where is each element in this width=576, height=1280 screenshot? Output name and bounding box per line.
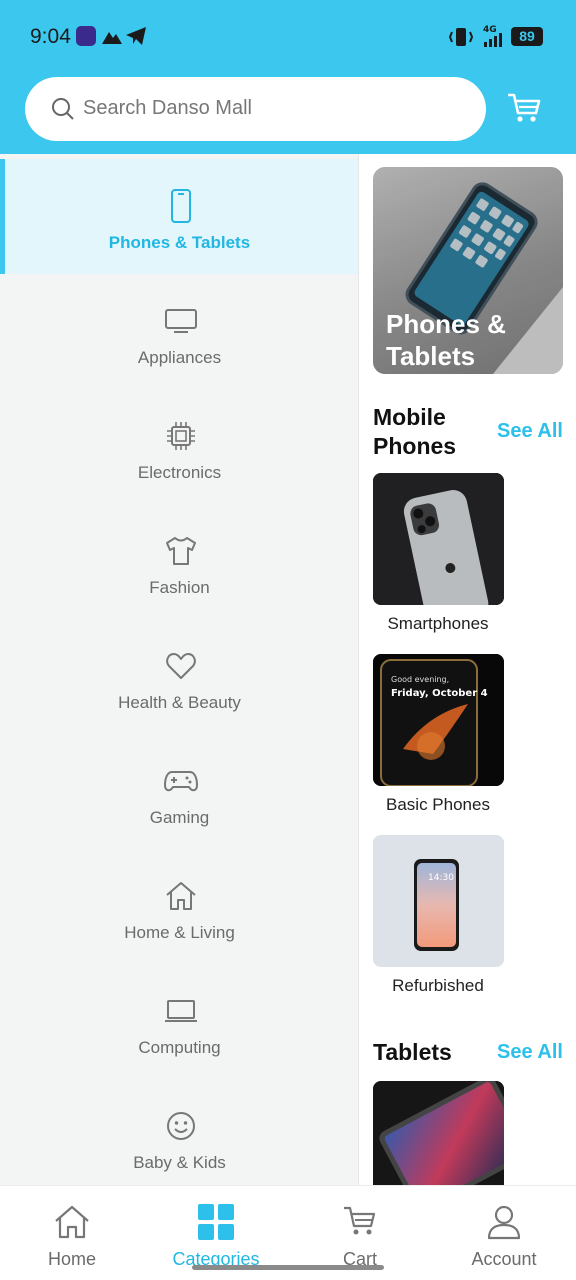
- nav-label: Home: [47, 1249, 96, 1269]
- category-appliances[interactable]: Appliances: [0, 274, 358, 389]
- category-label: Electronics: [137, 463, 222, 482]
- category-label: Baby & Kids: [133, 1153, 226, 1172]
- mountain-notification-icon: [102, 28, 122, 49]
- category-fashion[interactable]: Fashion: [0, 504, 358, 619]
- home-indicator[interactable]: [192, 1265, 384, 1270]
- category-baby-kids[interactable]: Baby & Kids: [0, 1079, 358, 1185]
- category-home-living[interactable]: Home & Living: [0, 849, 358, 964]
- chip-icon: [160, 416, 202, 456]
- search-input[interactable]: Search Danso Mall: [83, 97, 252, 120]
- tshirt-icon: [160, 531, 202, 571]
- laptop-icon: [160, 991, 202, 1031]
- basic-phone-image: Good evening, Friday, October 4: [373, 654, 504, 786]
- category-label: Gaming: [149, 808, 210, 827]
- category-label: Fashion: [149, 578, 210, 597]
- subcategory-refurbished[interactable]: 14:30: [373, 835, 504, 967]
- category-banner[interactable]: Phones & Tablets: [373, 167, 563, 374]
- see-all-tablets-link[interactable]: See All: [497, 1041, 563, 1064]
- grid-icon: [197, 1204, 235, 1245]
- cart-icon: [508, 93, 541, 122]
- refurbished-phone-image: 14:30: [373, 835, 504, 967]
- battery-indicator: 89: [511, 27, 543, 46]
- app-notification-icon: [76, 26, 96, 51]
- subcategory-panel: Phones & Tablets Mobile Phones See All S…: [360, 154, 576, 1185]
- subcategory-label: Smartphones: [387, 614, 489, 633]
- category-health-beauty[interactable]: Health & Beauty: [0, 619, 358, 734]
- smiley-icon: [160, 1106, 202, 1146]
- gamepad-icon: [160, 761, 202, 801]
- category-label: Home & Living: [124, 923, 235, 942]
- tablet-image: [373, 1081, 504, 1185]
- category-phones-tablets[interactable]: Phones & Tablets: [0, 159, 358, 274]
- category-rail: Phones & Tablets Appliances Electronics …: [0, 154, 359, 1185]
- category-label: Phones & Tablets: [108, 233, 251, 252]
- svg-text:Friday, October 4: Friday, October 4: [391, 688, 488, 699]
- subcategory-smartphones[interactable]: [373, 473, 504, 605]
- app-header: 9:04 4G 89 Search Danso Mall: [0, 0, 576, 154]
- section-title-tablets: Tablets: [373, 1039, 452, 1065]
- nav-home-tab[interactable]: Home: [0, 1186, 144, 1280]
- category-electronics[interactable]: Electronics: [0, 389, 358, 504]
- svg-text:14:30: 14:30: [428, 873, 454, 883]
- status-time: 9:04: [30, 25, 71, 48]
- see-all-mobile-phones-link[interactable]: See All: [497, 420, 563, 443]
- subcategory-label: Basic Phones: [386, 795, 490, 814]
- cart-icon: [342, 1204, 378, 1243]
- subcategory-tablets-first[interactable]: [373, 1081, 504, 1185]
- banner-title: Phones & Tablets: [386, 309, 506, 371]
- category-label: Appliances: [137, 348, 222, 367]
- user-icon: [486, 1204, 522, 1245]
- subcategory-basic-phones[interactable]: Good evening, Friday, October 4: [373, 654, 504, 786]
- category-gaming[interactable]: Gaming: [0, 734, 358, 849]
- smartphone-image: [373, 473, 504, 605]
- status-bar: 9:04 4G 89: [0, 0, 576, 72]
- search-icon: [52, 98, 74, 120]
- vibrate-icon: [448, 27, 474, 52]
- category-computing[interactable]: Computing: [0, 964, 358, 1079]
- section-title-mobile-phones: Mobile Phones: [373, 404, 457, 459]
- monitor-icon: [160, 301, 202, 341]
- phone-icon: [160, 186, 202, 226]
- telegram-icon: [126, 27, 146, 50]
- network-type: 4G: [483, 25, 497, 35]
- header-cart-button[interactable]: [506, 92, 542, 129]
- home-icon: [53, 1204, 91, 1245]
- subcategory-label: Refurbished: [392, 976, 484, 995]
- nav-account-tab[interactable]: Account: [432, 1186, 576, 1280]
- category-label: Health & Beauty: [118, 693, 241, 712]
- heart-icon: [160, 646, 202, 686]
- signal-icon: 4G: [481, 24, 507, 53]
- nav-label: Account: [471, 1249, 537, 1269]
- search-bar[interactable]: Search Danso Mall: [25, 77, 486, 141]
- category-label: Computing: [138, 1038, 221, 1057]
- house-icon: [160, 876, 202, 916]
- svg-text:Good evening,: Good evening,: [391, 675, 449, 684]
